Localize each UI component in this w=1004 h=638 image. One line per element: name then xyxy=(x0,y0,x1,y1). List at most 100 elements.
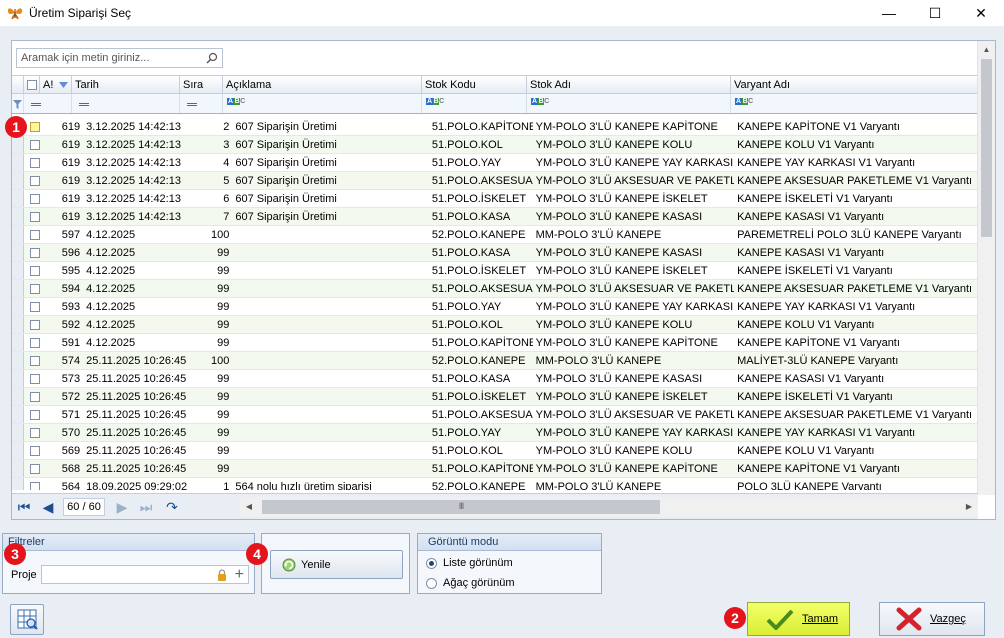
table-row[interactable]: 570 25.11.2025 10:26:45 99 51.POLO.YAY YM-PO… xyxy=(12,424,978,442)
row-checkbox[interactable] xyxy=(29,266,40,276)
liste-radio[interactable] xyxy=(426,557,437,569)
table-row[interactable]: 564 18.09.2025 09:29:02 1 564 nolu hızlı ür… xyxy=(12,478,978,490)
row-indicator[interactable] xyxy=(12,334,24,351)
row-checkbox[interactable] xyxy=(29,356,40,366)
row-select-cell[interactable] xyxy=(24,316,52,333)
row-checkbox[interactable] xyxy=(29,482,40,490)
header-a[interactable]: A! xyxy=(40,76,72,94)
previous-record-icon[interactable]: ◀ xyxy=(38,498,58,516)
row-indicator[interactable] xyxy=(12,460,24,477)
row-indicator[interactable] xyxy=(12,478,24,490)
agac-view-option[interactable]: Ağaç görünüm xyxy=(426,577,515,589)
filter-stok-kodu[interactable]: A BC xyxy=(422,94,527,113)
filter-a[interactable] xyxy=(24,94,72,113)
search-icon[interactable] xyxy=(206,52,218,64)
vazgec-button[interactable]: Vazgeç xyxy=(879,602,985,636)
row-checkbox[interactable] xyxy=(29,410,40,420)
row-indicator[interactable] xyxy=(12,442,24,459)
row-select-cell[interactable] xyxy=(24,136,52,153)
row-checkbox[interactable] xyxy=(29,338,40,348)
maximize-button[interactable]: ☐ xyxy=(912,0,958,26)
row-select-cell[interactable] xyxy=(24,190,52,207)
table-row[interactable]: 591 4.12.2025 99 51.POLO.KAPİTONE YM-POLO 3'… xyxy=(12,334,978,352)
table-row[interactable]: 592 4.12.2025 99 51.POLO.KOL YM-POLO 3'LÜ KA… xyxy=(12,316,978,334)
header-sira[interactable]: Sıra xyxy=(180,76,223,94)
header-stok-kodu[interactable]: Stok Kodu xyxy=(422,76,527,94)
scroll-left-icon[interactable]: ◀ xyxy=(240,497,258,517)
table-row[interactable]: 574 25.11.2025 10:26:45 100 52.POLO.KANEPE M… xyxy=(12,352,978,370)
layout-settings-button[interactable] xyxy=(10,604,44,635)
row-select-cell[interactable] xyxy=(24,388,52,405)
row-select-cell[interactable] xyxy=(24,442,52,459)
row-checkbox[interactable] xyxy=(29,140,40,150)
row-indicator[interactable] xyxy=(12,298,24,315)
row-select-cell[interactable] xyxy=(24,406,52,423)
row-select-cell[interactable] xyxy=(24,118,52,135)
horizontal-scrollbar[interactable]: ◀ III ▶ xyxy=(240,497,978,517)
row-checkbox[interactable] xyxy=(29,158,40,168)
row-select-cell[interactable] xyxy=(24,226,52,243)
vertical-scrollbar[interactable]: ▲ xyxy=(977,41,995,495)
table-row[interactable]: 619 3.12.2025 14:42:13 4 607 Siparişin Üret… xyxy=(12,154,978,172)
row-select-cell[interactable] xyxy=(24,208,52,225)
table-row[interactable]: 595 4.12.2025 99 51.POLO.İSKELET YM-POLO 3'L… xyxy=(12,262,978,280)
refresh-records-icon[interactable]: ↷ xyxy=(162,498,182,516)
row-select-cell[interactable] xyxy=(24,460,52,477)
row-indicator[interactable] xyxy=(12,172,24,189)
yenile-button[interactable]: Yenile xyxy=(270,550,403,579)
header-stok-adi[interactable]: Stok Adı xyxy=(527,76,731,94)
minimize-button[interactable]: — xyxy=(866,0,912,26)
table-row[interactable]: 619 3.12.2025 14:42:13 2 607 Siparişin Üret… xyxy=(12,118,978,136)
filter-sira[interactable] xyxy=(180,94,223,113)
row-indicator[interactable] xyxy=(12,352,24,369)
row-indicator[interactable] xyxy=(12,406,24,423)
row-select-cell[interactable] xyxy=(24,424,52,441)
table-row[interactable]: 571 25.11.2025 10:26:45 99 51.POLO.AKSESUAR… xyxy=(12,406,978,424)
table-row[interactable]: 568 25.11.2025 10:26:45 99 51.POLO.KAPİTONE… xyxy=(12,460,978,478)
row-checkbox[interactable] xyxy=(29,428,40,438)
row-checkbox[interactable] xyxy=(29,392,40,402)
filter-aciklama[interactable]: A BC xyxy=(223,94,422,113)
row-checkbox[interactable] xyxy=(29,374,40,384)
table-row[interactable]: 619 3.12.2025 14:42:13 7 607 Siparişin Üret… xyxy=(12,208,978,226)
table-row[interactable]: 569 25.11.2025 10:26:45 99 51.POLO.KOL YM-PO… xyxy=(12,442,978,460)
row-indicator[interactable] xyxy=(12,424,24,441)
vertical-scroll-thumb[interactable] xyxy=(981,59,992,237)
agac-radio[interactable] xyxy=(426,577,437,589)
row-checkbox[interactable] xyxy=(29,194,40,204)
last-record-icon[interactable]: ⏭ xyxy=(136,498,156,516)
row-checkbox[interactable] xyxy=(29,284,40,294)
next-record-icon[interactable]: ▶ xyxy=(112,498,132,516)
row-checkbox[interactable] xyxy=(29,464,40,474)
row-select-cell[interactable] xyxy=(24,334,52,351)
proje-field[interactable]: + xyxy=(41,565,249,584)
search-input[interactable] xyxy=(17,49,201,67)
filter-tarih[interactable] xyxy=(72,94,180,113)
first-record-icon[interactable]: ⏮ xyxy=(14,498,34,516)
table-row[interactable]: 572 25.11.2025 10:26:45 99 51.POLO.İSKELET Y… xyxy=(12,388,978,406)
add-proje-icon[interactable]: + xyxy=(235,566,244,583)
scroll-up-icon[interactable]: ▲ xyxy=(978,41,995,58)
table-row[interactable]: 619 3.12.2025 14:42:13 5 607 Siparişin Üret… xyxy=(12,172,978,190)
row-indicator[interactable] xyxy=(12,388,24,405)
row-select-cell[interactable] xyxy=(24,298,52,315)
header-tarih[interactable]: Tarih xyxy=(72,76,180,94)
row-indicator[interactable] xyxy=(12,244,24,261)
horizontal-scroll-thumb[interactable]: III xyxy=(262,500,660,514)
scroll-right-icon[interactable]: ▶ xyxy=(960,497,978,517)
row-indicator[interactable] xyxy=(12,190,24,207)
row-checkbox[interactable] xyxy=(29,212,40,222)
liste-view-option[interactable]: Liste görünüm xyxy=(426,557,513,569)
row-indicator[interactable] xyxy=(12,226,24,243)
table-row[interactable]: 619 3.12.2025 14:42:13 6 607 Siparişin Üret… xyxy=(12,190,978,208)
lock-icon[interactable] xyxy=(217,569,227,581)
row-checkbox[interactable] xyxy=(29,446,40,456)
row-select-cell[interactable] xyxy=(24,280,52,297)
row-checkbox[interactable] xyxy=(29,248,40,258)
table-row[interactable]: 573 25.11.2025 10:26:45 99 51.POLO.KASA YM-P… xyxy=(12,370,978,388)
table-row[interactable]: 596 4.12.2025 99 51.POLO.KASA YM-POLO 3'LÜ K… xyxy=(12,244,978,262)
table-row[interactable]: 619 3.12.2025 14:42:13 3 607 Siparişin Üret… xyxy=(12,136,978,154)
header-varyant-adi[interactable]: Varyant Adı xyxy=(731,76,978,94)
row-indicator[interactable] xyxy=(12,370,24,387)
row-select-cell[interactable] xyxy=(24,172,52,189)
